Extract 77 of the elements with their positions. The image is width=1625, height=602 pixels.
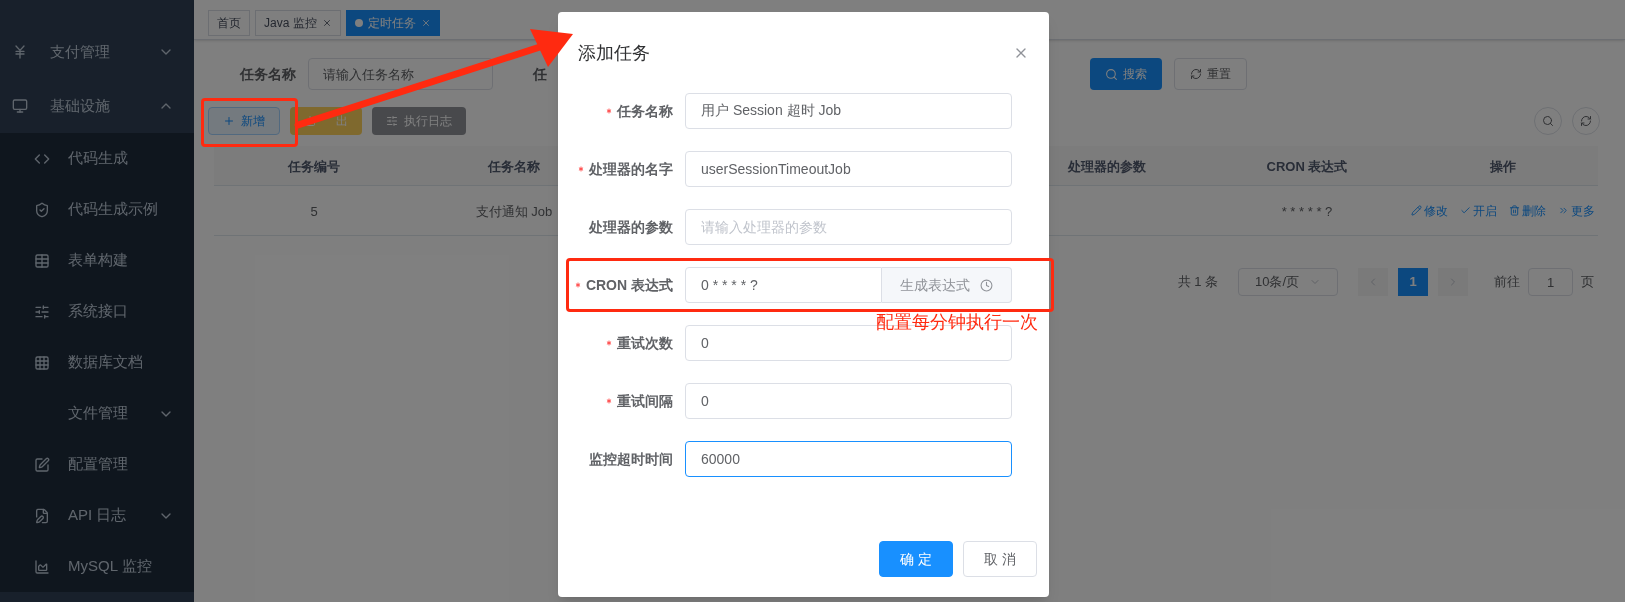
sliders-icon [34,303,50,320]
add-button[interactable]: 新增 [208,107,280,135]
submenu-item[interactable]: 系统接口 [0,286,194,337]
total-count: 共 1 条 [1177,273,1218,292]
menu-item[interactable]: 支付管理 [0,25,194,79]
generate-expression-button[interactable]: 生成表达式 [882,267,1012,303]
field-label: 处理器的名字 [589,159,673,179]
document-edit-icon [34,507,50,524]
field-label: 重试间隔 [617,391,673,411]
submenu-item[interactable]: MySQL 监控 [0,541,194,592]
text-field[interactable]: 请输入处理器的参数 [685,209,1012,245]
cancel-button[interactable]: 取 消 [963,541,1037,577]
field-label: 任 [533,64,547,84]
confirm-button[interactable]: 确 定 [879,541,953,577]
text-field[interactable]: userSessionTimeoutJob [685,151,1012,187]
search-icon [1105,67,1118,81]
trash-icon [1508,205,1520,216]
task-name-field[interactable]: 请输入任务名称 [308,58,493,90]
clock-icon [980,278,993,292]
plus-icon [223,115,235,127]
goto-label: 前往 [1494,273,1520,292]
pencil-icon [1410,205,1422,216]
double-chevron-icon [1557,205,1569,216]
shield-icon [34,201,50,218]
goto-suffix: 页 [1581,273,1594,292]
goto-page-field[interactable]: 1 [1528,268,1573,296]
table-cell: * * * * * ? [1281,203,1333,219]
submenu-item[interactable]: API 日志 [0,490,194,541]
refresh-icon [1190,68,1202,80]
dialog-title: 添加任务 [578,41,650,65]
field-label: 任务名称 [617,101,673,121]
page-size-select[interactable]: 10条/页 [1238,268,1338,296]
sliders-icon [386,115,398,127]
search-button[interactable]: 搜索 [1090,58,1162,90]
table-cell: 5 [310,203,318,219]
row-action-link[interactable]: 删除 [1508,201,1546,220]
search-icon [1542,115,1554,127]
submenu-item[interactable]: 代码生成示例 [0,184,194,235]
field-label: 任务名称 [240,64,296,84]
text-field[interactable]: 用户 Session 超时 Job [685,93,1012,129]
check-icon [1459,205,1471,216]
submenu-item[interactable]: 表单构建 [0,235,194,286]
reset-button[interactable]: 重置 [1174,58,1247,90]
field-label: 重试次数 [617,333,673,353]
field-label: 处理器的参数 [589,217,673,237]
menu-item[interactable]: 基础设施 [0,79,194,133]
page-tab[interactable]: Java 监控 [255,10,341,36]
column-header: 操作 [1489,158,1516,174]
text-field[interactable]: 0 [685,383,1012,419]
edit-icon [34,456,50,473]
column-header: 处理器的参数 [1068,158,1146,174]
close-icon[interactable] [420,18,431,28]
table-cell: 支付通知 Job [475,203,553,219]
field-label: 监控超时时间 [589,449,673,469]
cron-field[interactable]: 0 * * * * ? [685,267,882,303]
column-header: CRON 表达式 [1266,158,1348,174]
monitor-icon [12,98,28,114]
grid-icon [34,354,50,371]
yen-icon [12,44,28,60]
table-icon [34,252,50,269]
page-tab[interactable]: 定时任务 [345,10,440,36]
column-header: 任务编号 [288,158,340,174]
row-action-link[interactable]: 更多 [1557,201,1595,220]
refresh-icon [1580,115,1592,127]
submenu-item[interactable]: 配置管理 [0,439,194,490]
submenu-item[interactable]: 文件管理 [0,388,194,439]
row-action-link[interactable]: 开启 [1459,201,1497,220]
close-icon[interactable] [321,18,332,28]
chart-icon [34,558,50,575]
page-button[interactable]: 1 [1398,268,1428,296]
row-action-link[interactable]: 修改 [1410,201,1448,220]
submenu-item[interactable]: 代码生成 [0,133,194,184]
column-header: 任务名称 [488,158,540,174]
field-label: CRON 表达式 [585,275,673,295]
submenu-item[interactable]: 数据库文档 [0,337,194,388]
text-field[interactable]: 60000 [685,441,1012,477]
page-tab[interactable]: 首页 [208,10,250,36]
